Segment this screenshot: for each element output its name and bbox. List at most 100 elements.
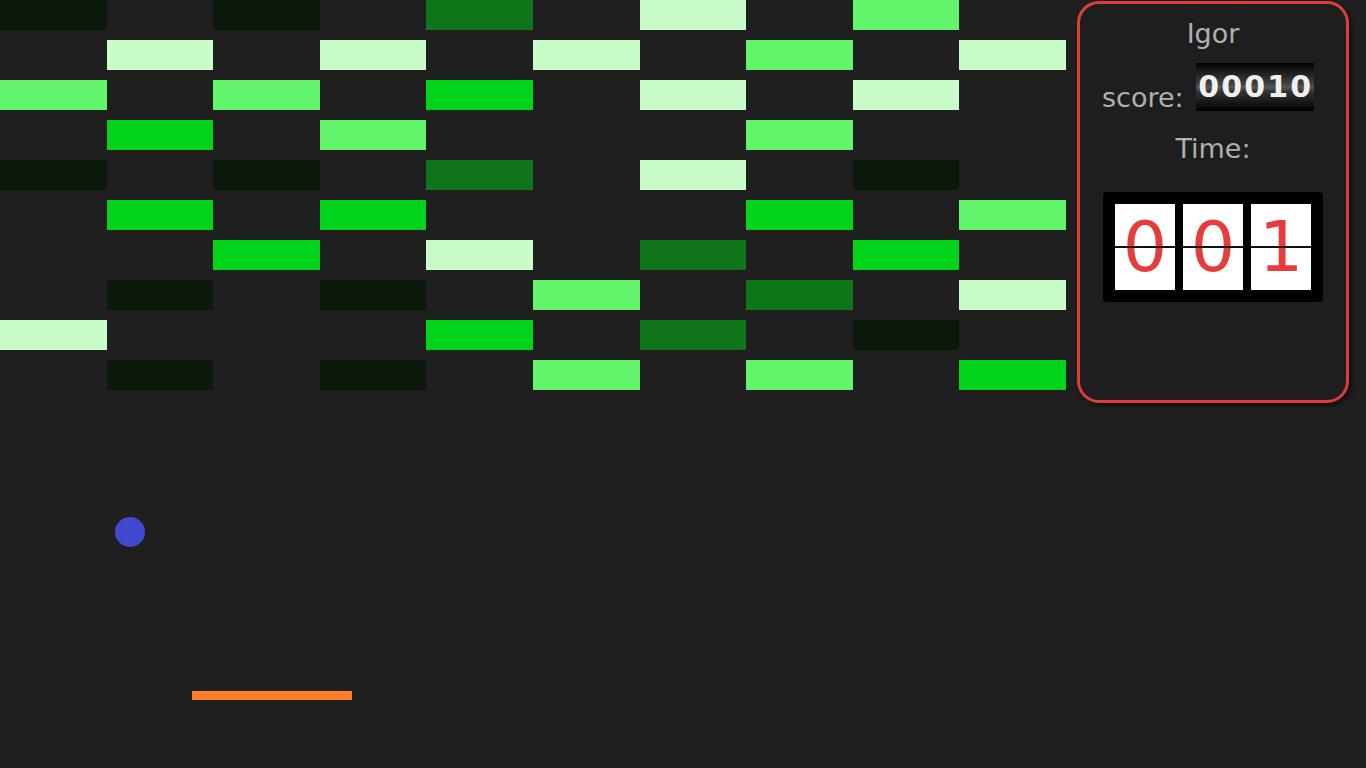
empty-slot	[426, 120, 533, 150]
brick	[959, 200, 1066, 230]
empty-slot	[853, 200, 960, 230]
brick	[426, 240, 533, 270]
brick	[426, 320, 533, 350]
empty-slot	[533, 320, 640, 350]
empty-slot	[959, 120, 1066, 150]
brick	[853, 80, 960, 110]
empty-slot	[213, 280, 320, 310]
time-digit: 0	[1183, 204, 1243, 290]
score-row: score: 00010	[1080, 63, 1314, 113]
empty-slot	[533, 0, 640, 30]
empty-slot	[959, 80, 1066, 110]
brick	[107, 120, 214, 150]
playfield[interactable]	[0, 0, 1066, 768]
brick	[746, 360, 853, 390]
empty-slot	[746, 240, 853, 270]
empty-slot	[107, 0, 214, 30]
ball	[115, 517, 145, 547]
brick	[640, 320, 747, 350]
brick	[320, 280, 427, 310]
flip-line	[1115, 246, 1175, 248]
empty-slot	[640, 360, 747, 390]
empty-slot	[426, 360, 533, 390]
brick	[640, 160, 747, 190]
empty-slot	[107, 240, 214, 270]
brick	[107, 280, 214, 310]
brick	[213, 160, 320, 190]
brick	[533, 40, 640, 70]
brick	[107, 360, 214, 390]
empty-slot	[213, 320, 320, 350]
empty-slot	[533, 80, 640, 110]
brick	[640, 80, 747, 110]
empty-slot	[533, 200, 640, 230]
brick	[0, 320, 107, 350]
brick	[107, 40, 214, 70]
empty-slot	[107, 160, 214, 190]
empty-slot	[107, 320, 214, 350]
empty-slot	[320, 320, 427, 350]
empty-slot	[959, 320, 1066, 350]
score-digit: 0	[1289, 63, 1312, 111]
empty-slot	[107, 80, 214, 110]
empty-slot	[213, 120, 320, 150]
brick	[640, 240, 747, 270]
brick	[533, 360, 640, 390]
empty-slot	[320, 0, 427, 30]
brick	[213, 80, 320, 110]
brick	[320, 40, 427, 70]
empty-slot	[213, 40, 320, 70]
brick	[0, 0, 107, 30]
empty-slot	[746, 160, 853, 190]
time-digit: 0	[1115, 204, 1175, 290]
empty-slot	[640, 40, 747, 70]
score-digit: 1	[1266, 63, 1289, 111]
empty-slot	[426, 200, 533, 230]
brick	[426, 0, 533, 30]
brick	[959, 280, 1066, 310]
empty-slot	[640, 120, 747, 150]
empty-slot	[320, 80, 427, 110]
empty-slot	[533, 240, 640, 270]
empty-slot	[533, 120, 640, 150]
brick	[0, 160, 107, 190]
score-digit: 0	[1220, 63, 1243, 111]
score-digit: 0	[1197, 63, 1220, 111]
empty-slot	[853, 40, 960, 70]
empty-slot	[853, 360, 960, 390]
empty-slot	[0, 120, 107, 150]
brick	[853, 240, 960, 270]
paddle[interactable]	[192, 691, 352, 700]
empty-slot	[213, 200, 320, 230]
brick	[746, 120, 853, 150]
info-panel: Igor score: 00010 Time: 0 0 1	[1077, 1, 1349, 403]
brick	[853, 160, 960, 190]
empty-slot	[0, 40, 107, 70]
score-counter: 00010	[1196, 63, 1314, 111]
brick	[107, 200, 214, 230]
brick	[0, 80, 107, 110]
score-digit: 0	[1243, 63, 1266, 111]
empty-slot	[746, 80, 853, 110]
empty-slot	[0, 200, 107, 230]
empty-slot	[746, 0, 853, 30]
empty-slot	[0, 280, 107, 310]
empty-slot	[853, 120, 960, 150]
brick	[426, 80, 533, 110]
brick	[853, 320, 960, 350]
time-label: Time:	[1175, 133, 1250, 164]
empty-slot	[0, 240, 107, 270]
brick	[213, 240, 320, 270]
time-counter: 0 0 1	[1103, 192, 1323, 302]
empty-slot	[640, 200, 747, 230]
score-label: score:	[1102, 82, 1184, 113]
brick	[640, 0, 747, 30]
brick	[320, 200, 427, 230]
brick	[746, 40, 853, 70]
empty-slot	[959, 0, 1066, 30]
brick-grid	[0, 0, 1066, 390]
game-screen: Igor score: 00010 Time: 0 0 1	[0, 0, 1366, 768]
empty-slot	[0, 360, 107, 390]
empty-slot	[640, 280, 747, 310]
empty-slot	[426, 280, 533, 310]
